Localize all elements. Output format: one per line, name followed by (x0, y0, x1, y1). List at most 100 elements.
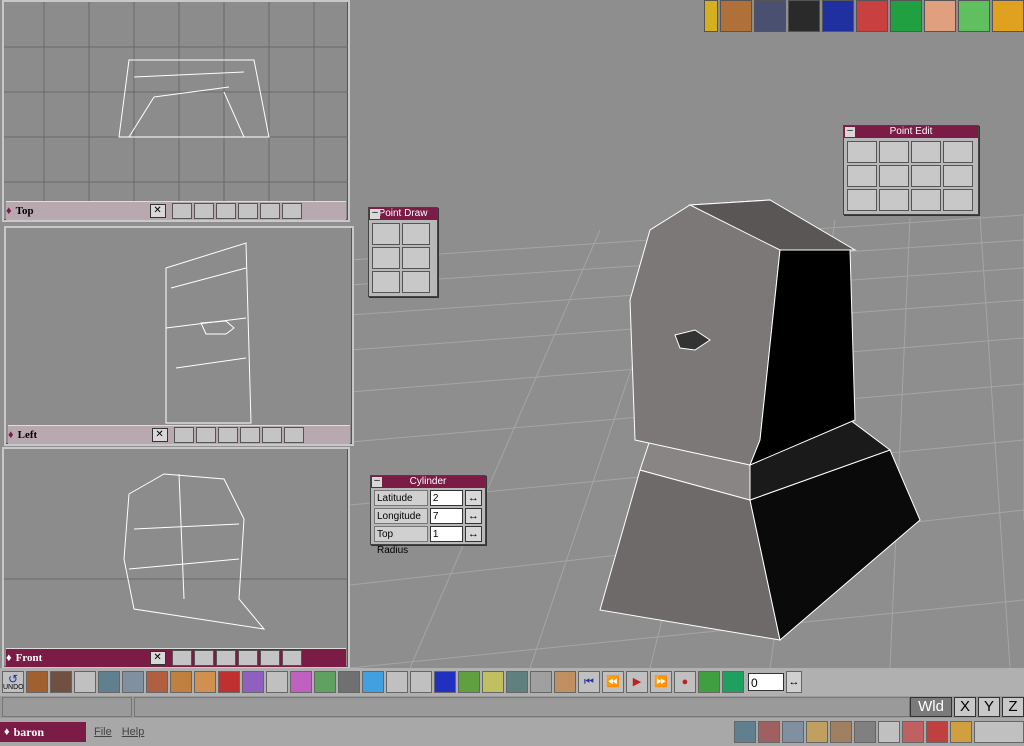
tire-icon[interactable] (788, 0, 820, 32)
grid-icon[interactable] (259, 203, 280, 219)
minimize-icon[interactable]: – (845, 126, 855, 137)
zoom-icon[interactable] (215, 650, 236, 666)
point-edit-tool[interactable] (879, 189, 909, 211)
axes-icon[interactable] (283, 427, 304, 443)
object-tool[interactable] (530, 671, 552, 693)
undo-button[interactable]: ↺ UNDO (2, 671, 24, 693)
point-edit-tool[interactable] (879, 141, 909, 163)
bandage-icon[interactable] (924, 0, 956, 32)
rotate-view-icon[interactable] (193, 650, 214, 666)
object-tool[interactable] (926, 721, 948, 743)
point-draw-tool[interactable] (402, 271, 430, 293)
pan-icon[interactable] (239, 427, 260, 443)
point-edit-tool[interactable] (879, 165, 909, 187)
object-tool[interactable] (782, 721, 804, 743)
axes-icon[interactable] (281, 650, 302, 666)
object-tool[interactable] (266, 671, 288, 693)
axes-icon[interactable] (410, 671, 432, 693)
axis-x-button[interactable]: X (954, 697, 976, 717)
object-tool[interactable] (50, 671, 72, 693)
left-viewport[interactable]: ♦ Left ✕ (4, 226, 354, 446)
latitude-field[interactable]: 2 (429, 490, 463, 506)
rotate-view-icon[interactable] (193, 203, 214, 219)
object-tool[interactable] (902, 721, 924, 743)
project-tab[interactable]: ♦ baron (0, 722, 86, 742)
rewind-start-icon[interactable]: ⏮ (578, 671, 600, 693)
point-edit-tool[interactable] (847, 141, 877, 163)
logo-icon[interactable] (822, 0, 854, 32)
rotate-view-icon[interactable] (195, 427, 216, 443)
object-tool[interactable] (554, 671, 576, 693)
top-viewport[interactable]: ♦ Top ✕ (2, 0, 350, 222)
rewind-icon[interactable]: ⏪ (602, 671, 624, 693)
point-draw-tool[interactable] (372, 247, 400, 269)
cube-icon[interactable] (754, 0, 786, 32)
object-tool[interactable] (734, 721, 756, 743)
point-edit-tool[interactable] (911, 189, 941, 211)
object-tool[interactable] (758, 721, 780, 743)
slider-arrows-icon[interactable]: ↔ (464, 508, 482, 524)
close-icon[interactable]: ✕ (149, 651, 166, 665)
truespace-te2-icon[interactable] (704, 0, 718, 32)
point-draw-tool[interactable] (402, 223, 430, 245)
object-tool[interactable] (170, 671, 192, 693)
object-tool[interactable] (242, 671, 264, 693)
object-tool[interactable] (338, 671, 360, 693)
minimize-icon[interactable]: – (372, 476, 382, 487)
front-viewport[interactable]: ♦ Front ✕ (2, 447, 350, 669)
point-edit-tool[interactable] (943, 141, 973, 163)
select-arrow-icon[interactable] (74, 671, 96, 693)
world-coordinate-button[interactable]: Wld (910, 697, 952, 717)
grid-icon[interactable] (261, 427, 282, 443)
longitude-field[interactable]: 7 (429, 508, 463, 524)
frame-field[interactable]: 0 (748, 673, 784, 691)
color-cube-icon[interactable] (890, 0, 922, 32)
point-draw-tool[interactable] (402, 247, 430, 269)
dome-icon[interactable] (992, 0, 1024, 32)
slider-arrows-icon[interactable]: ↔ (464, 526, 482, 542)
figure-icon[interactable] (386, 671, 408, 693)
sphere-icon[interactable] (958, 0, 990, 32)
object-tool[interactable] (26, 671, 48, 693)
object-tool[interactable] (482, 671, 504, 693)
object-tool[interactable] (314, 671, 336, 693)
object-tool[interactable] (854, 721, 876, 743)
axis-z-button[interactable]: Z (1002, 697, 1024, 717)
point-edit-tool[interactable] (911, 141, 941, 163)
eye-icon[interactable] (171, 650, 192, 666)
zoom-icon[interactable] (217, 427, 238, 443)
pan-icon[interactable] (237, 203, 258, 219)
menu-help[interactable]: Help (122, 726, 145, 738)
point-edit-tool[interactable] (943, 189, 973, 211)
axes-icon[interactable] (281, 203, 302, 219)
close-icon[interactable]: ✕ (149, 204, 166, 218)
pan-icon[interactable] (237, 650, 258, 666)
perspective-viewport[interactable] (350, 0, 1024, 668)
object-tool[interactable] (506, 671, 528, 693)
menu-file[interactable]: File (94, 726, 112, 738)
object-tool[interactable] (122, 671, 144, 693)
play-icon[interactable]: ▶ (626, 671, 648, 693)
object-tool[interactable] (806, 721, 828, 743)
object-tool[interactable] (878, 721, 900, 743)
slider-arrows-icon[interactable]: ↔ (464, 490, 482, 506)
object-tool[interactable] (194, 671, 216, 693)
object-tool[interactable] (218, 671, 240, 693)
top-radius-field[interactable]: 1 (429, 526, 463, 542)
object-tool[interactable] (290, 671, 312, 693)
point-edit-tool[interactable] (847, 189, 877, 211)
slider-arrows-icon[interactable]: ↔ (786, 671, 802, 693)
object-tool[interactable] (830, 721, 852, 743)
point-edit-tool[interactable] (943, 165, 973, 187)
window-controls[interactable] (974, 721, 1024, 743)
record-icon[interactable]: ● (674, 671, 696, 693)
point-edit-tool[interactable] (911, 165, 941, 187)
eye-icon[interactable] (173, 427, 194, 443)
axis-y-button[interactable]: Y (978, 697, 1000, 717)
object-tool[interactable] (950, 721, 972, 743)
house-icon[interactable] (856, 0, 888, 32)
minimize-icon[interactable]: – (370, 208, 380, 219)
object-tool[interactable] (362, 671, 384, 693)
point-edit-tool[interactable] (847, 165, 877, 187)
object-tool[interactable] (698, 671, 720, 693)
